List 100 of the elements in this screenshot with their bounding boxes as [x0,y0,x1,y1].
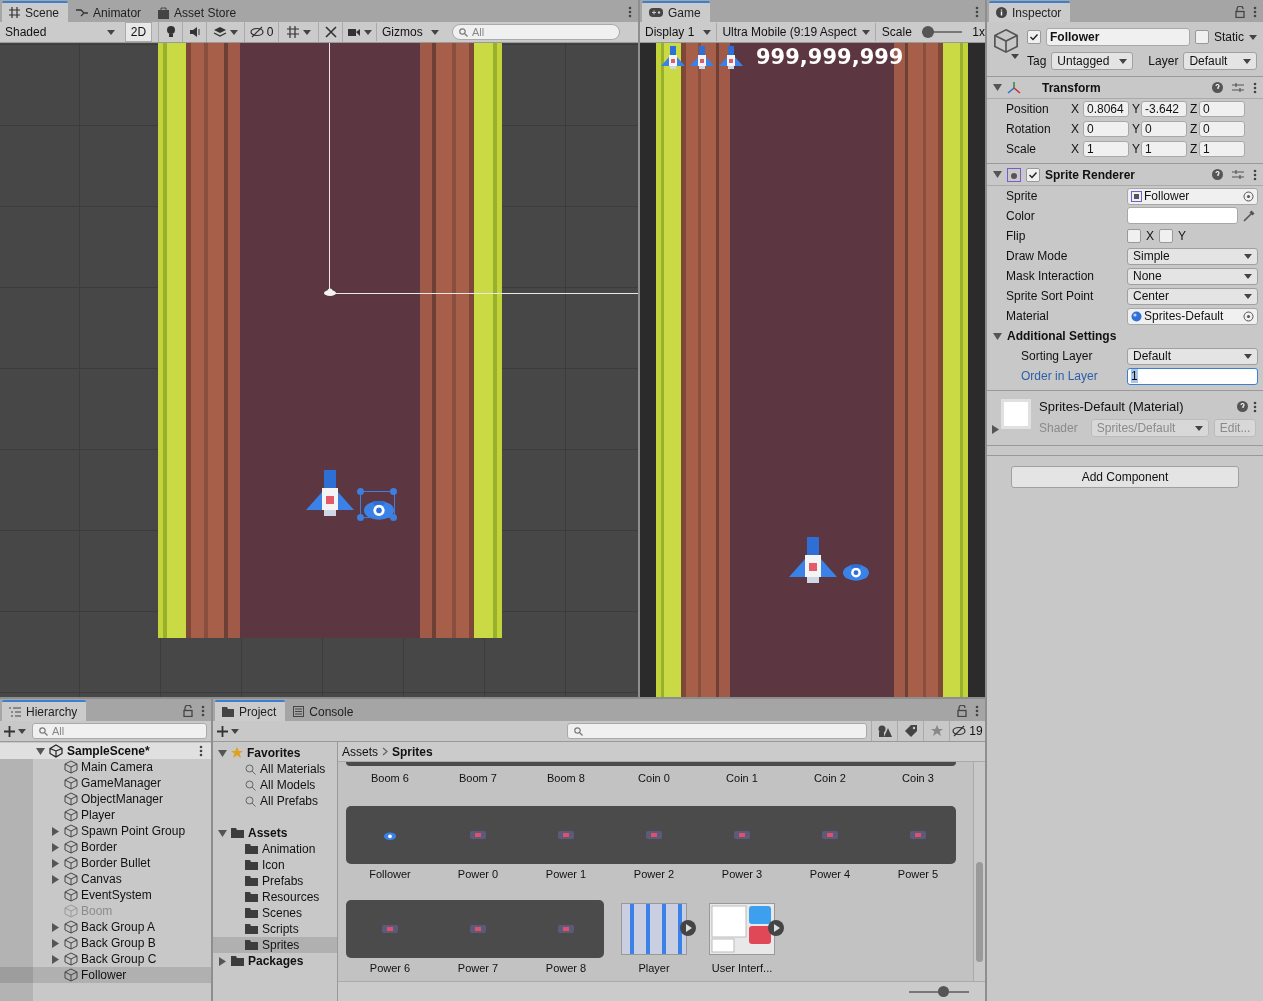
number-field[interactable]: 1 [1127,367,1258,385]
panel-tab[interactable]: Animator [69,1,151,22]
checkbox[interactable] [1159,229,1173,243]
enabled-checkbox[interactable] [1026,167,1040,182]
static-checkbox[interactable] [1195,30,1209,44]
panel-tab[interactable]: Scene [2,1,69,22]
asset-label[interactable]: Power 4 [809,864,851,884]
scrollbar-thumb[interactable] [976,862,983,962]
number-field[interactable]: 0 [1199,101,1245,117]
number-field[interactable]: 1 [1083,141,1129,157]
resize-handle[interactable] [390,514,397,521]
hierarchy-item[interactable]: Back Group C [0,951,211,967]
static-dropdown[interactable]: Static [1214,30,1257,44]
hierarchy-item[interactable]: GameManager [0,775,211,791]
panel-tab[interactable]: Console [286,700,363,721]
color-field[interactable] [1127,207,1238,224]
asset-label[interactable]: Power 2 [633,864,675,884]
tree-item[interactable]: All Materials [213,761,337,777]
asset-label[interactable]: Follower [369,864,411,884]
asset-label[interactable]: Power 8 [545,958,587,978]
number-field[interactable]: 1 [1199,141,1245,157]
asset-label[interactable]: Boom 6 [371,768,409,788]
tag-dropdown[interactable]: Untagged [1051,52,1134,70]
resize-handle[interactable] [390,488,397,495]
tree-item[interactable]: Scripts [213,921,337,937]
display-dropdown[interactable]: Display 1 [640,23,718,41]
panel-tab[interactable]: Project [215,700,286,721]
hidden-objects-toggle[interactable]: 0 [244,22,278,42]
dropdown[interactable]: None [1127,267,1258,285]
hierarchy-item[interactable]: Back Group A [0,919,211,935]
dropdown[interactable]: Center [1127,287,1258,305]
tree-item[interactable]: Favorites [213,745,337,761]
tree-item[interactable]: Animation [213,841,337,857]
checkbox[interactable] [1127,229,1141,243]
hierarchy-item[interactable]: Canvas [0,871,211,887]
panel-tab[interactable]: Inspector [989,1,1071,22]
tree-item[interactable]: Resources [213,889,337,905]
asset-label[interactable]: Coin 2 [814,768,846,788]
asset-label[interactable]: Power 6 [369,958,411,978]
object-field[interactable]: Sprites-Default [1127,307,1258,325]
panel-tab[interactable]: Game [642,1,710,22]
tree-item[interactable]: All Prefabs [213,793,337,809]
panel-tab[interactable]: Hierarchy [2,700,87,721]
hierarchy-item[interactable]: ObjectManager [0,791,211,807]
asset-label[interactable]: Player [638,958,670,978]
number-field[interactable]: -3.642 [1141,101,1187,117]
name-field[interactable]: Follower [1046,28,1190,46]
asset-label[interactable]: Coin 1 [726,768,758,788]
asset-label[interactable]: Power 3 [721,864,763,884]
slider-thumb[interactable] [938,986,950,997]
number-field[interactable]: 0.8064 [1083,101,1129,117]
panel-tab[interactable]: Asset Store [151,1,246,22]
scrollbar[interactable] [973,762,985,981]
component-header[interactable]: Sprite Renderer [987,164,1263,186]
hierarchy-item[interactable]: Main Camera [0,759,211,775]
sprite-sheet-thumbnail[interactable] [621,903,687,955]
hierarchy-item[interactable]: Spawn Point Group [0,823,211,839]
layer-dropdown[interactable]: Default [1183,52,1257,70]
search-field[interactable] [567,723,867,739]
scene-row[interactable]: SampleScene* [0,743,211,759]
hierarchy-item[interactable]: EventSystem [0,887,211,903]
hidden-packages-toggle[interactable]: 19 [949,721,985,741]
asset-label[interactable]: Boom 7 [459,768,497,788]
slider-thumb[interactable] [921,26,934,38]
number-field[interactable]: 0 [1141,121,1187,137]
asset-label[interactable]: Boom 8 [547,768,585,788]
tree-item[interactable]: Sprites [213,937,337,953]
2d-toggle[interactable]: 2D [125,22,152,42]
hierarchy-item[interactable]: Border Bullet [0,855,211,871]
component-header[interactable]: Transform [987,77,1263,99]
hierarchy-item[interactable]: Player [0,807,211,823]
foldout-header[interactable]: Additional Settings [987,326,1263,346]
tree-item[interactable]: Prefabs [213,873,337,889]
breadcrumb-link[interactable]: Assets [342,744,378,759]
resize-handle[interactable] [357,488,364,495]
hierarchy-item[interactable]: Border [0,839,211,855]
object-field[interactable]: Follower [1127,187,1258,205]
asset-label[interactable]: Power 0 [457,864,499,884]
tree-item[interactable]: Icon [213,857,337,873]
tree-item[interactable]: Packages [213,953,337,969]
active-checkbox[interactable] [1027,30,1041,44]
hierarchy-item[interactable]: Follower [0,967,211,983]
add-component-button[interactable]: Add Component [1011,466,1239,488]
asset-label[interactable]: Coin 0 [638,768,670,788]
breadcrumb-link[interactable]: Sprites [392,744,433,759]
asset-label[interactable]: Power 5 [897,864,939,884]
asset-label[interactable]: User Interf... [711,958,773,978]
number-field[interactable]: 0 [1199,121,1245,137]
tree-item[interactable]: All Models [213,777,337,793]
asset-label[interactable]: Power 7 [457,958,499,978]
dropdown[interactable]: Default [1127,347,1258,365]
number-field[interactable]: 1 [1141,141,1187,157]
gizmos-dropdown[interactable]: Gizmos [376,23,444,41]
tree-item[interactable]: Assets [213,825,337,841]
asset-label[interactable]: Coin 3 [902,768,934,788]
number-field[interactable]: 0 [1083,121,1129,137]
aspect-dropdown[interactable]: Ultra Mobile (9:19 Aspect [717,23,876,41]
shading-dropdown[interactable]: Shaded [0,23,120,41]
asset-label[interactable]: Power 1 [545,864,587,884]
hierarchy-item[interactable]: Back Group B [0,935,211,951]
